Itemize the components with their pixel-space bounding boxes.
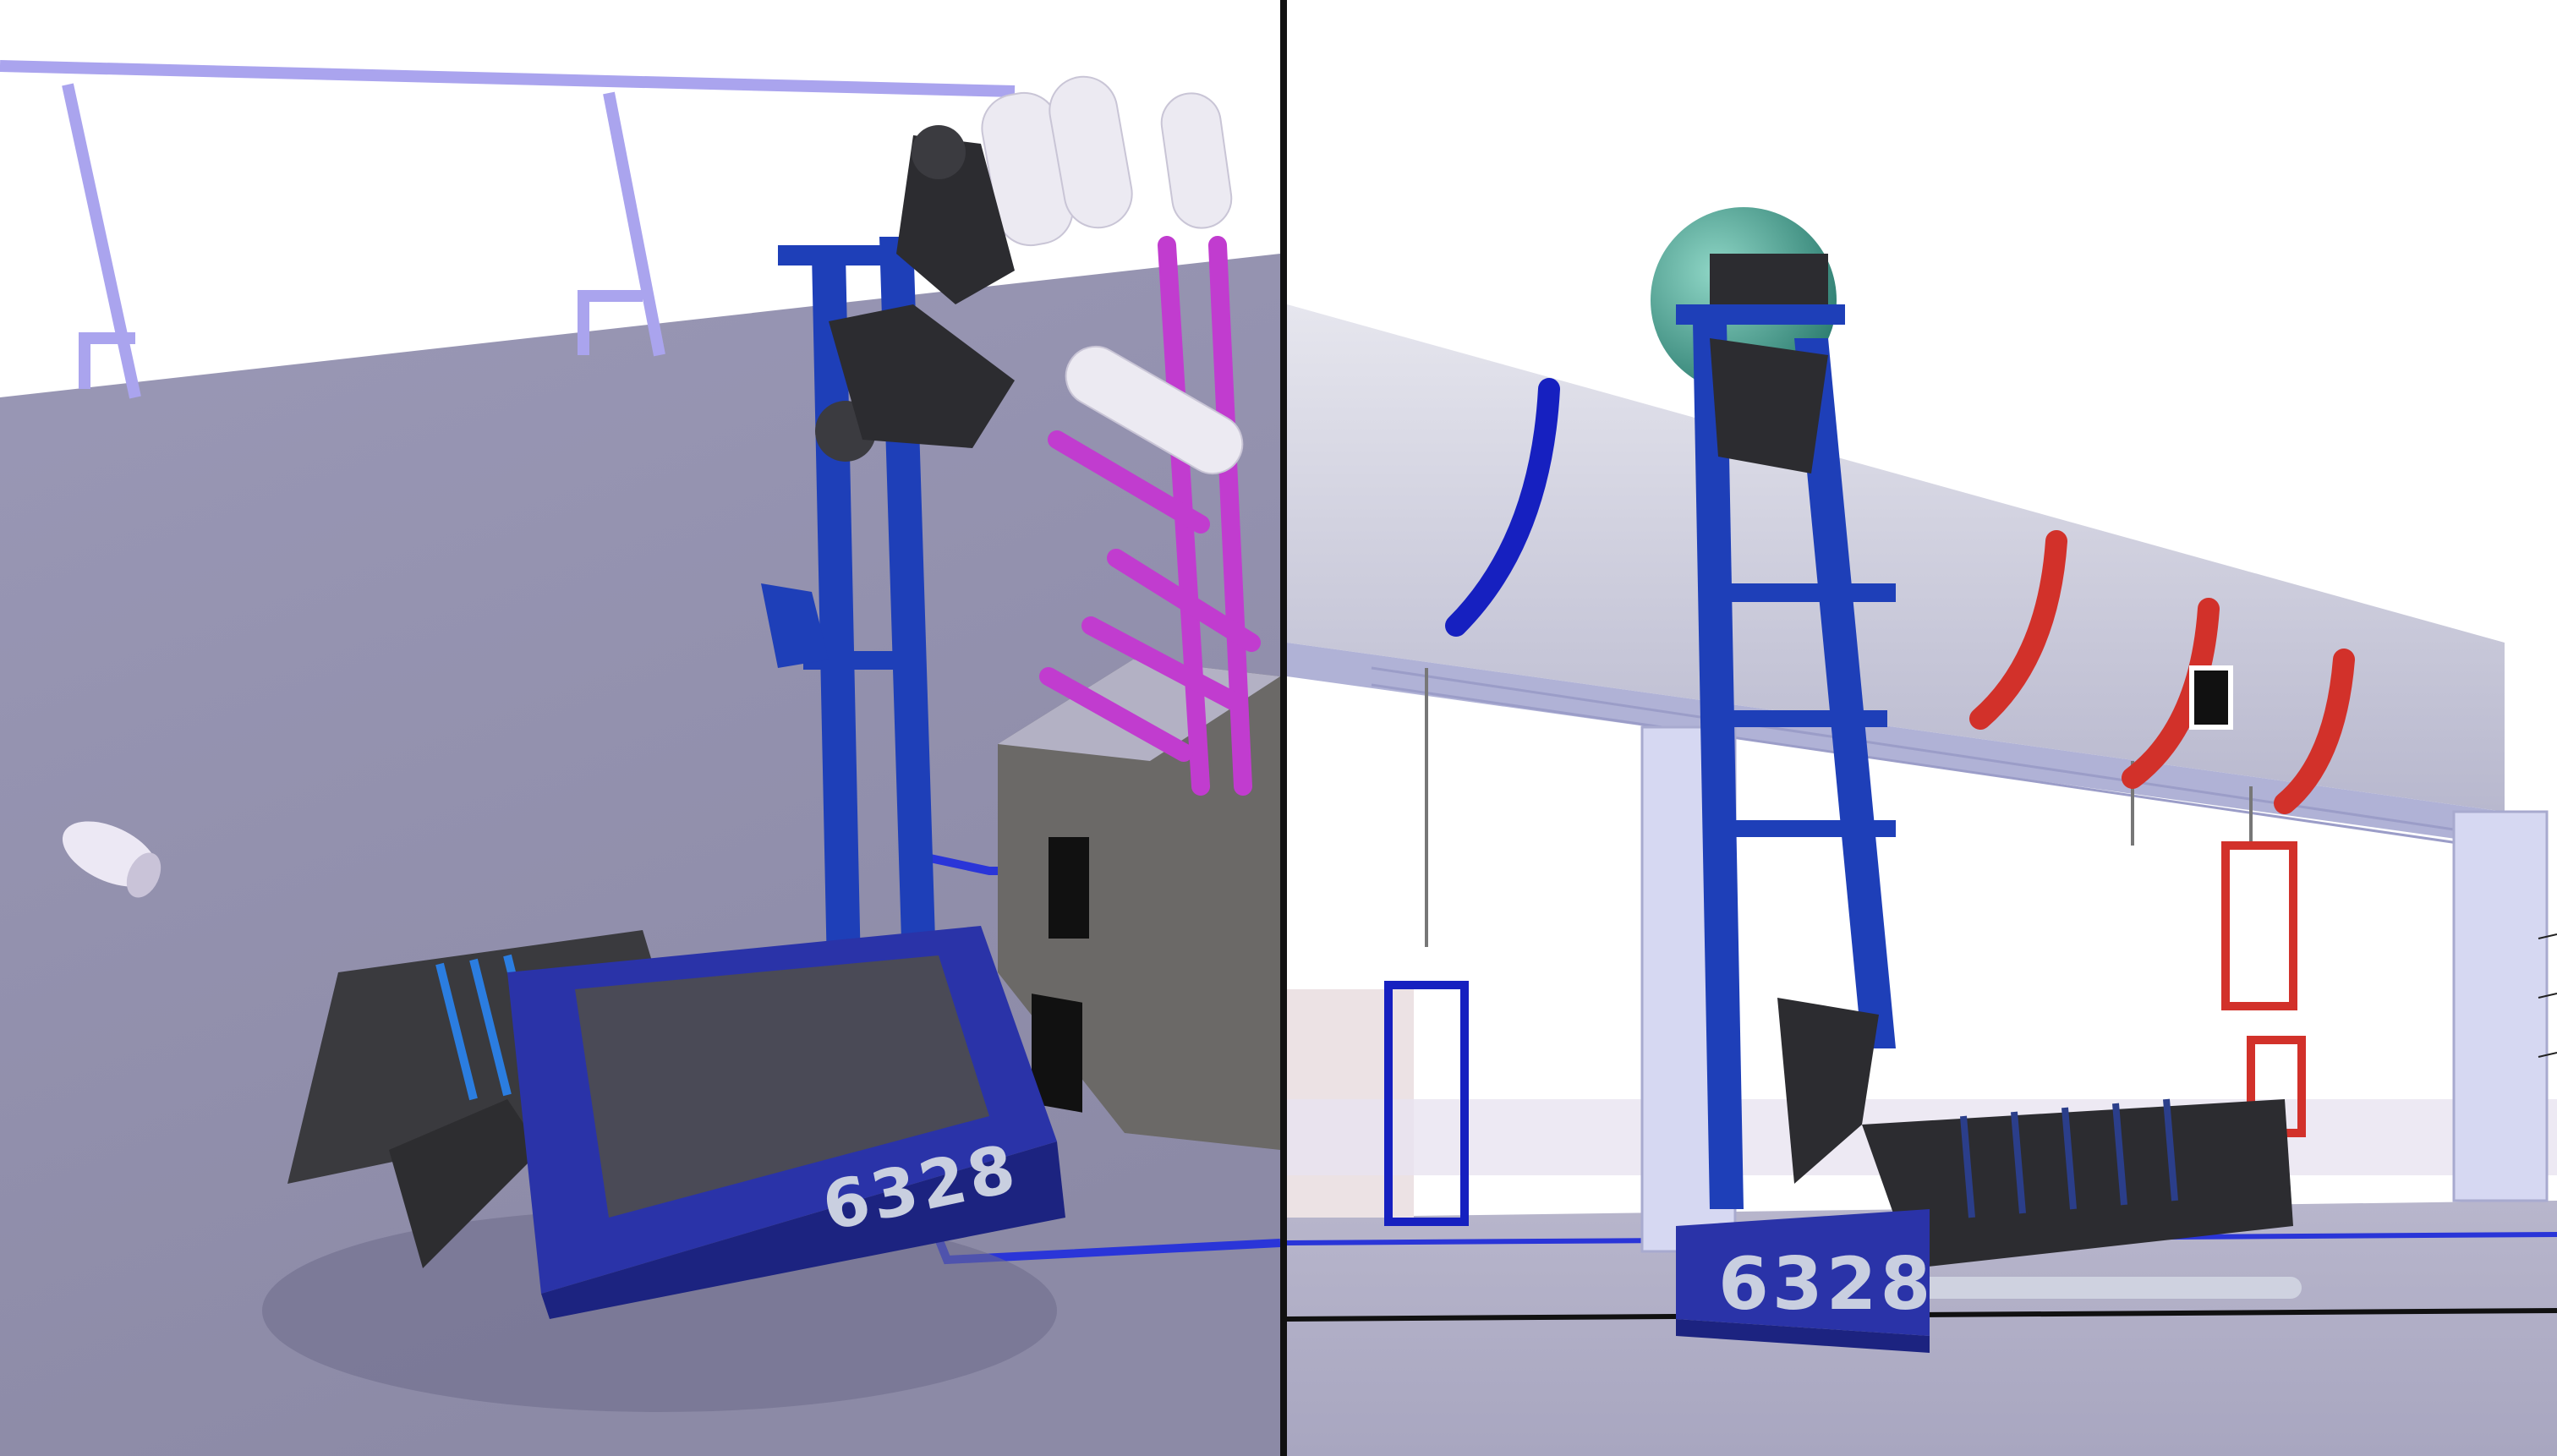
left-render-view: 6328: [0, 0, 1280, 1456]
view-divider: [1280, 0, 1287, 1456]
robot-bumper: 6328: [1676, 1209, 1934, 1353]
april-tag: [1049, 837, 1089, 939]
april-tag: [2189, 665, 2233, 730]
left-scene: 6328: [0, 0, 1280, 1456]
bumper-team-number: 6328: [1718, 1242, 1934, 1327]
right-scene: 6328: [1287, 0, 2557, 1456]
right-render-view: 6328: [1287, 0, 2557, 1456]
render-comparison: 6328 6328: [0, 0, 2557, 1456]
